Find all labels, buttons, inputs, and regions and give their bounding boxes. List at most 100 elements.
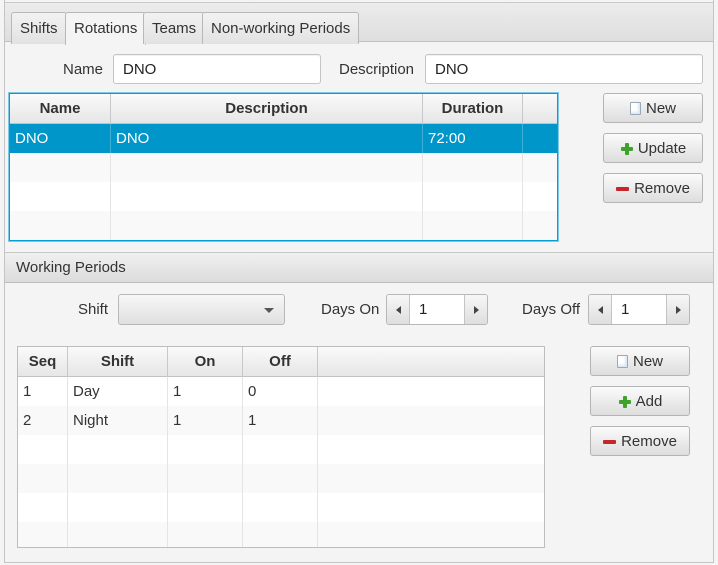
days-on-label: Days On [321, 301, 380, 318]
empty-row [18, 522, 544, 547]
name-field[interactable] [113, 54, 321, 84]
arrow-right-icon [473, 305, 479, 314]
cell-filler [523, 124, 557, 153]
empty-cell [68, 522, 168, 547]
column-header-seq[interactable]: Seq [18, 347, 68, 377]
cell-name: DNO [10, 124, 111, 153]
arrow-right-icon [675, 305, 681, 314]
days-on-spinner[interactable] [386, 294, 488, 325]
table-row[interactable]: 2 Night 1 1 [18, 406, 544, 435]
update-rotation-label: Update [637, 139, 687, 157]
empty-row [18, 493, 544, 522]
days-off-label: Days Off [522, 301, 581, 318]
empty-cell [18, 522, 68, 547]
days-off-increment-button[interactable] [666, 295, 689, 324]
empty-cell [168, 435, 243, 464]
empty-cell [243, 435, 318, 464]
empty-cell [111, 211, 423, 240]
tab-bar: Shifts Rotations Teams Non-working Perio… [5, 2, 713, 45]
empty-cell [243, 493, 318, 522]
cell-on: 1 [168, 406, 243, 435]
empty-cell [168, 493, 243, 522]
cell-off: 0 [243, 377, 318, 406]
days-off-spinner[interactable] [588, 294, 690, 325]
description-field[interactable] [425, 54, 703, 84]
days-off-input[interactable] [612, 295, 666, 324]
empty-cell [423, 211, 523, 240]
column-header-duration[interactable]: Duration [423, 94, 523, 124]
remove-rotation-button[interactable]: Remove [603, 173, 703, 203]
empty-cell [68, 435, 168, 464]
empty-cell [10, 153, 111, 182]
working-periods-header: Working Periods [5, 252, 713, 283]
remove-period-button[interactable]: Remove [590, 426, 690, 456]
tab-rotations[interactable]: Rotations [65, 12, 147, 45]
empty-cell [10, 211, 111, 240]
empty-row [18, 464, 544, 493]
arrow-left-icon [597, 305, 603, 314]
empty-cell [10, 182, 111, 211]
cell-seq: 2 [18, 406, 68, 435]
empty-cell [18, 493, 68, 522]
shift-combo[interactable] [118, 294, 285, 325]
column-header-description[interactable]: Description [111, 94, 423, 124]
empty-cell [423, 153, 523, 182]
empty-cell [68, 464, 168, 493]
add-period-label: Add [635, 392, 663, 410]
plus-icon [618, 395, 631, 408]
rotations-table[interactable]: Name Description Duration DNO DNO 72:00 [9, 93, 558, 241]
cell-on: 1 [168, 377, 243, 406]
empty-cell [111, 153, 423, 182]
document-icon [616, 354, 628, 368]
empty-cell [168, 522, 243, 547]
column-header-name[interactable]: Name [10, 94, 111, 124]
working-periods-table-header: Seq Shift On Off [18, 347, 544, 377]
empty-cell [18, 464, 68, 493]
cell-shift: Day [68, 377, 168, 406]
table-row[interactable]: DNO DNO 72:00 [10, 124, 557, 153]
empty-cell [423, 182, 523, 211]
empty-cell [168, 464, 243, 493]
table-row[interactable]: 1 Day 1 0 [18, 377, 544, 406]
minus-icon [616, 182, 630, 195]
plus-icon [620, 142, 633, 155]
column-header-filler [318, 347, 544, 377]
working-periods-table[interactable]: Seq Shift On Off 1 Day 1 0 2 Night 1 1 [17, 346, 545, 548]
name-label: Name [63, 61, 104, 78]
column-header-shift[interactable]: Shift [68, 347, 168, 377]
empty-cell [111, 182, 423, 211]
days-off-decrement-button[interactable] [589, 295, 612, 324]
chevron-down-icon [264, 308, 274, 313]
empty-row [10, 211, 557, 240]
cell-shift: Night [68, 406, 168, 435]
empty-cell [243, 522, 318, 547]
description-label: Description [339, 61, 415, 78]
minus-icon [603, 435, 617, 448]
add-period-button[interactable]: Add [590, 386, 690, 416]
empty-cell [68, 493, 168, 522]
empty-cell [18, 435, 68, 464]
empty-row [10, 153, 557, 182]
new-period-button[interactable]: New [590, 346, 690, 376]
document-icon [629, 101, 641, 115]
days-on-increment-button[interactable] [464, 295, 487, 324]
days-on-input[interactable] [410, 295, 464, 324]
days-on-decrement-button[interactable] [387, 295, 410, 324]
tab-non-working-periods[interactable]: Non-working Periods [202, 12, 360, 44]
new-rotation-label: New [645, 99, 676, 117]
empty-row [10, 182, 557, 211]
cell-off: 1 [243, 406, 318, 435]
column-header-off[interactable]: Off [243, 347, 318, 377]
new-period-label: New [632, 352, 663, 370]
tab-shifts[interactable]: Shifts [11, 12, 67, 44]
column-header-filler [523, 94, 557, 124]
column-header-on[interactable]: On [168, 347, 243, 377]
empty-row [18, 435, 544, 464]
tab-teams[interactable]: Teams [143, 12, 206, 44]
arrow-left-icon [395, 305, 401, 314]
update-rotation-button[interactable]: Update [603, 133, 703, 163]
remove-rotation-label: Remove [634, 179, 690, 197]
cell-seq: 1 [18, 377, 68, 406]
remove-period-label: Remove [621, 432, 677, 450]
new-rotation-button[interactable]: New [603, 93, 703, 123]
